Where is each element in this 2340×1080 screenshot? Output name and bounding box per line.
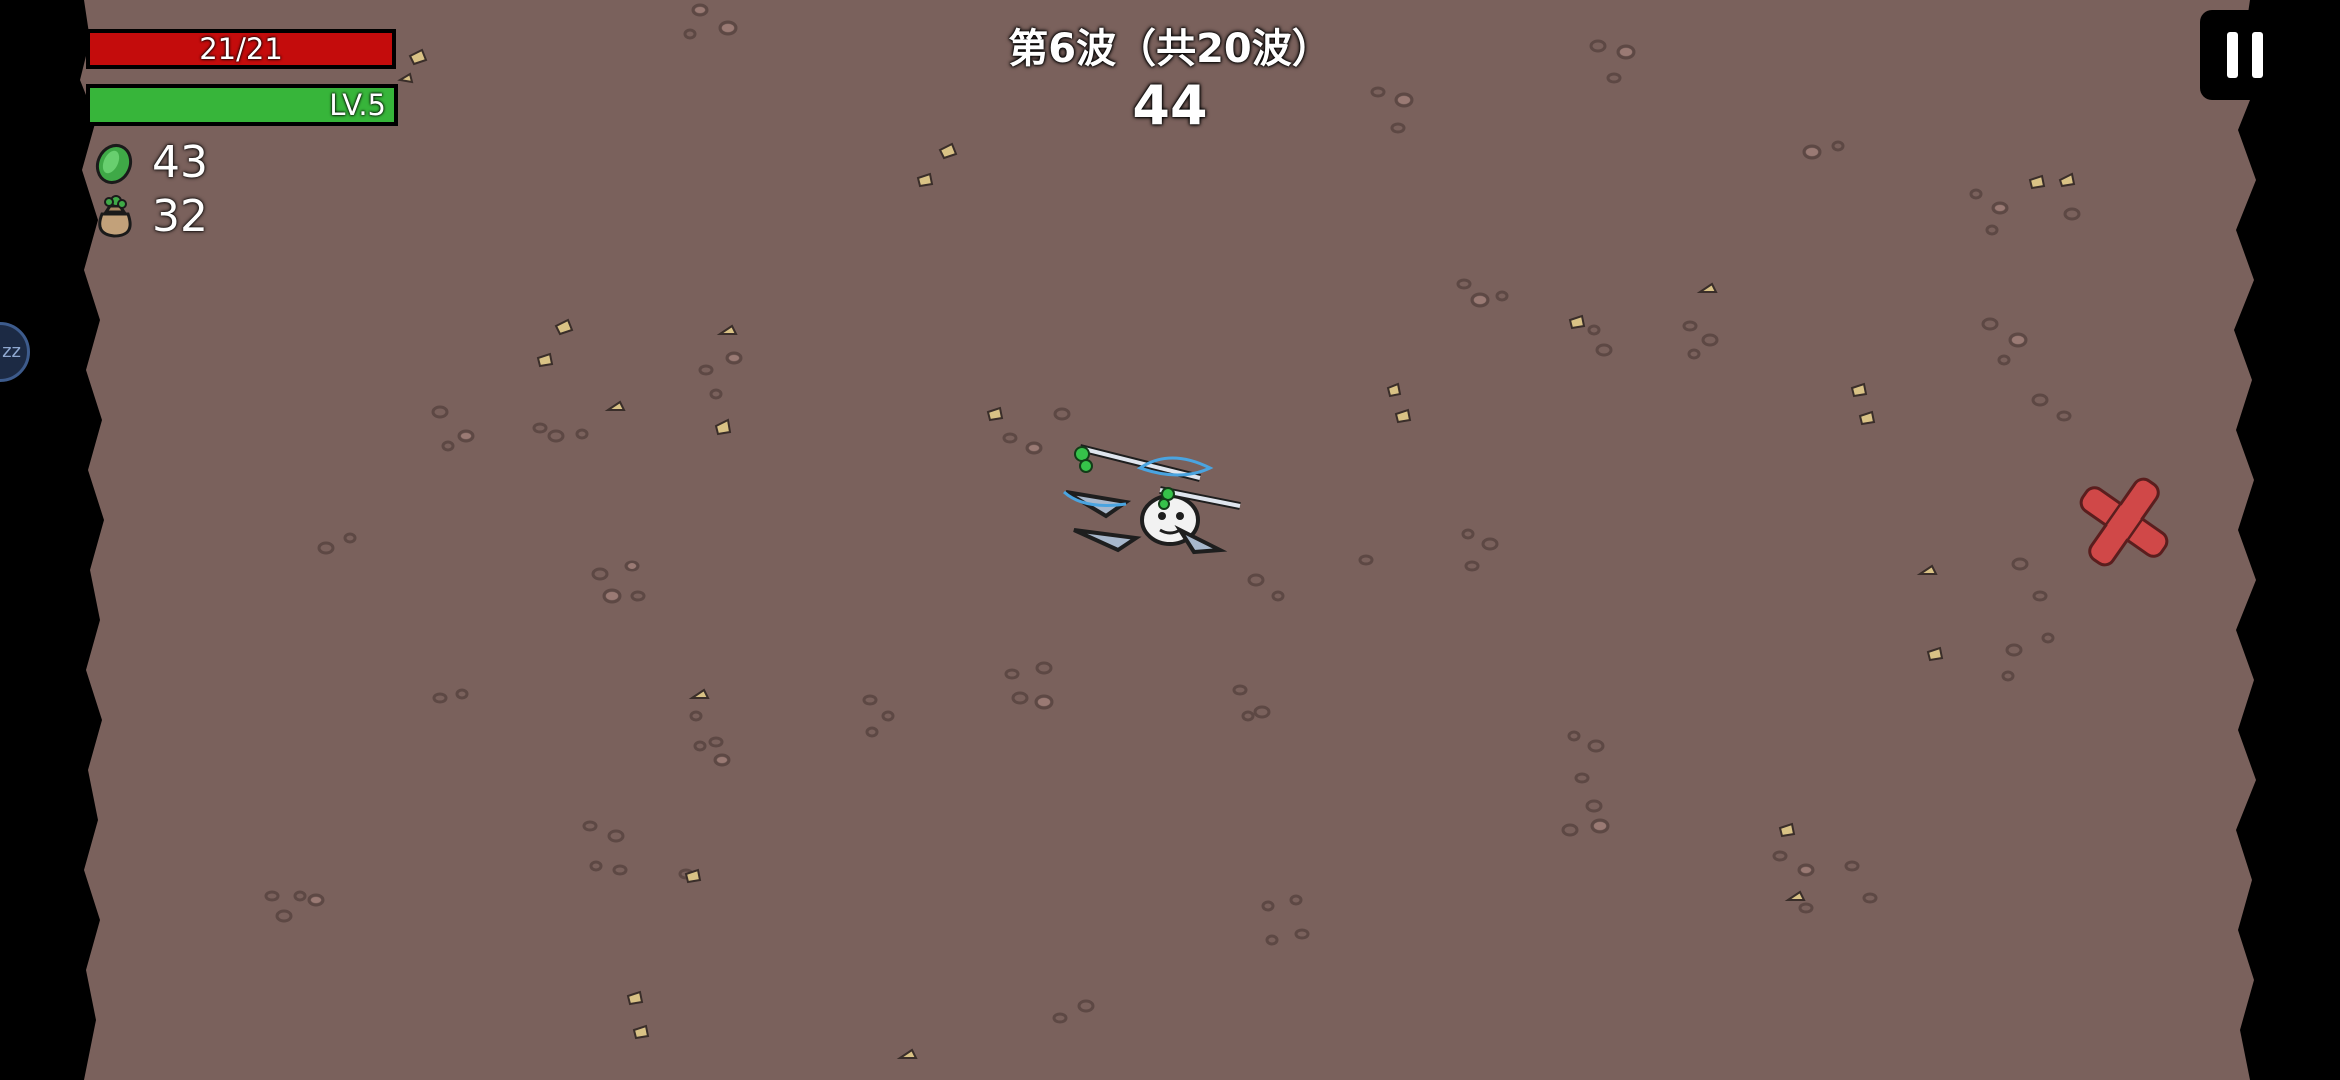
materials-count: 43 [152, 136, 208, 188]
pause-button[interactable] [2200, 10, 2290, 100]
green-material-icon [95, 144, 133, 184]
level-text: LV.5 [329, 88, 386, 122]
wave-timer: 44 [1132, 74, 1208, 137]
game-screen: 21/21 LV.5 43 32 第6波（共20波） 44 zz [0, 0, 2340, 1080]
bag-count: 32 [152, 190, 208, 242]
bag-counter: 32 [90, 190, 208, 242]
arena-right-edge [2234, 0, 2340, 1080]
arena [0, 0, 2340, 1080]
materials-counter: 43 [90, 136, 208, 188]
health-text: 21/21 [199, 32, 283, 66]
health-bar: 21/21 [86, 29, 396, 69]
wave-title: 第6波（共20波） [1008, 26, 1332, 72]
money-bag-icon [98, 195, 132, 238]
experience-bar: LV.5 [86, 84, 398, 126]
